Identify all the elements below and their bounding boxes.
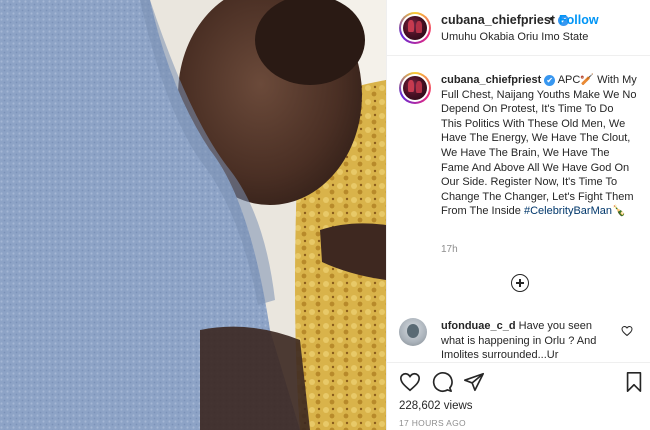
load-more-comments-icon[interactable] (511, 274, 529, 292)
follow-button[interactable]: Follow (559, 13, 599, 27)
caption-author-avatar[interactable] (399, 72, 431, 104)
verified-badge-icon: ✔ (544, 74, 556, 86)
comment-item: ufonduae_c_d Have you seen what is happe… (387, 306, 650, 362)
caption-username[interactable]: cubana_chiefpriest (441, 74, 541, 86)
caption-hashtag[interactable]: #CelebrityBarMan (524, 205, 612, 217)
author-username[interactable]: cubana_chiefpriest (441, 13, 555, 27)
post-header: cubana_chiefpriest ✔ • Follow Umuhu Okabi… (387, 0, 650, 56)
caption-body: APC🏏 With My Full Chest, Naijang Youths … (441, 74, 637, 218)
post-media-video[interactable] (0, 0, 386, 430)
caption-text: cubana_chiefpriest ✔ APC🏏 With My Full Ch… (441, 73, 637, 219)
save-bookmark-icon[interactable] (623, 371, 645, 393)
post-actions-bar: 228,602 views 17 HOURS AGO (387, 362, 650, 430)
views-count[interactable]: 228,602 views (399, 400, 473, 412)
post-media-image (0, 0, 386, 430)
post-side-panel: cubana_chiefpriest ✔ • Follow Umuhu Okabi… (386, 0, 650, 430)
commenter-avatar[interactable] (399, 318, 427, 346)
share-send-icon[interactable] (463, 371, 485, 393)
caption-timestamp: 17h (441, 244, 458, 255)
like-heart-icon[interactable] (399, 371, 421, 393)
follow-separator: • (549, 12, 554, 26)
comment-text: ufonduae_c_d Have you seen what is happe… (441, 319, 617, 362)
commenter-username[interactable]: ufonduae_c_d (441, 320, 516, 332)
caption-hashtag-emoji: 🍾 (612, 205, 626, 218)
author-avatar[interactable] (399, 12, 431, 44)
post-caption: cubana_chiefpriest ✔ APC🏏 With My Full Ch… (387, 56, 650, 306)
comment-icon[interactable] (431, 371, 453, 393)
post-timestamp: 17 HOURS AGO (399, 418, 466, 428)
post-location[interactable]: Umuhu Okabia Oriu Imo State (441, 31, 588, 43)
comment-like-heart-icon[interactable] (621, 325, 633, 337)
